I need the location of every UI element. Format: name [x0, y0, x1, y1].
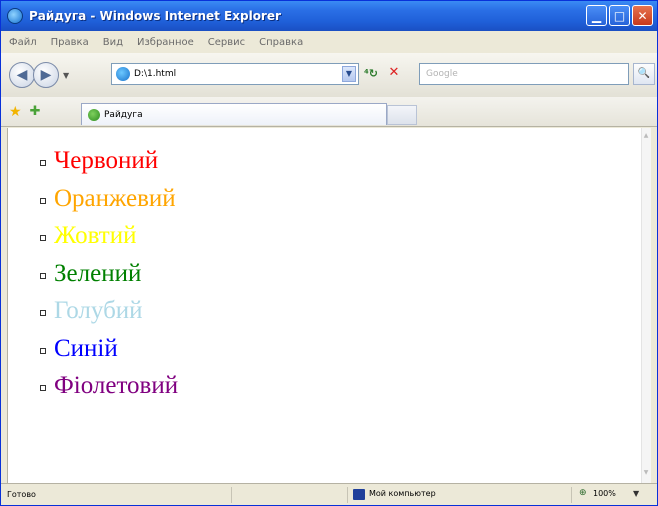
ie-icon — [7, 8, 23, 24]
bullet-icon — [40, 385, 46, 391]
color-label: Фіолетовий — [54, 372, 179, 399]
color-label: Червоний — [54, 147, 159, 174]
color-label: Синій — [54, 334, 118, 362]
address-toolbar: ◀ ▶ ▼ D:\1.html ▼ ⁴↻ ✕ Google 🔍 — [1, 53, 657, 97]
browser-window: Райдуга - Windows Internet Explorer ▁ □ … — [0, 0, 658, 506]
stop-icon: ✕ — [388, 65, 400, 80]
stop-button[interactable]: ✕ — [386, 65, 402, 81]
list-item: Голубий — [40, 296, 178, 334]
window-controls: ▁ □ ✕ — [586, 5, 653, 26]
search-input[interactable]: Google — [426, 69, 458, 79]
refresh-button[interactable]: ⁴↻ — [363, 67, 379, 81]
bullet-icon — [40, 310, 46, 316]
list-item: Зелений — [40, 259, 178, 297]
list-item: Фіолетовий — [40, 371, 178, 409]
list-item: Оранжевий — [40, 184, 178, 222]
minimize-button[interactable]: ▁ — [586, 5, 607, 26]
rainbow-list: Червоний Оранжевий Жовтий Зелений Голуби… — [40, 146, 178, 409]
address-input[interactable]: D:\1.html — [134, 69, 176, 79]
search-icon: 🔍 — [637, 68, 651, 79]
menu-edit[interactable]: Правка — [51, 37, 89, 48]
page-content: Червоний Оранжевий Жовтий Зелений Голуби… — [7, 128, 651, 483]
scroll-down-icon[interactable]: ▼ — [642, 469, 650, 479]
address-dropdown[interactable]: ▼ — [342, 66, 356, 82]
status-text: Готово — [7, 490, 36, 499]
color-label: Оранжевий — [54, 184, 176, 212]
status-divider — [571, 487, 572, 503]
list-item: Синій — [40, 334, 178, 372]
maximize-button[interactable]: □ — [609, 5, 630, 26]
bullet-icon — [40, 272, 46, 279]
menu-help[interactable]: Справка — [259, 37, 303, 48]
color-label: Жовтий — [54, 222, 137, 249]
address-bar[interactable]: D:\1.html ▼ — [111, 63, 359, 85]
bullet-icon — [40, 197, 46, 204]
back-arrow-icon: ◀ — [16, 67, 28, 83]
bullet-icon — [40, 160, 46, 166]
forward-arrow-icon: ▶ — [40, 67, 52, 83]
star-icon[interactable]: ★ — [9, 104, 22, 120]
new-tab-button[interactable] — [387, 105, 417, 125]
bullet-icon — [40, 347, 46, 354]
status-divider — [231, 487, 232, 503]
list-item: Червоний — [40, 146, 178, 184]
vertical-scrollbar[interactable]: ▲ ▼ — [641, 128, 651, 483]
color-label: Голубий — [54, 297, 143, 324]
menu-view[interactable]: Вид — [103, 37, 123, 48]
title-bar[interactable]: Райдуга - Windows Internet Explorer ▁ □ … — [1, 1, 657, 31]
bullet-icon — [40, 235, 46, 241]
zoom-level[interactable]: 100% — [593, 489, 616, 498]
scroll-up-icon[interactable]: ▲ — [642, 132, 650, 142]
history-dropdown[interactable]: ▼ — [63, 71, 69, 80]
color-label: Зелений — [54, 259, 142, 287]
menu-file[interactable]: Файл — [9, 37, 37, 48]
zoom-icon: ⊕ — [579, 488, 587, 498]
tab-bar: ★ ✚ Райдуга — [1, 97, 657, 127]
status-bar: Готово Мой компьютер ⊕ 100% ▼ — [1, 483, 657, 505]
zoom-dropdown[interactable]: ▼ — [633, 489, 639, 498]
window-title: Райдуга - Windows Internet Explorer — [29, 9, 281, 23]
menu-bar: Файл Правка Вид Избранное Сервис Справка — [1, 31, 657, 53]
list-item: Жовтий — [40, 221, 178, 259]
forward-button[interactable]: ▶ — [33, 62, 59, 88]
tab-label: Райдуга — [104, 109, 143, 120]
tab-page[interactable]: Райдуга — [81, 103, 387, 125]
computer-icon — [353, 489, 365, 500]
menu-tools[interactable]: Сервис — [208, 37, 245, 48]
menu-favorites[interactable]: Избранное — [137, 37, 194, 48]
page-icon — [116, 67, 130, 81]
status-divider — [347, 487, 348, 503]
zone-label: Мой компьютер — [369, 489, 436, 498]
search-button[interactable]: 🔍 — [633, 63, 655, 85]
refresh-icon: ⁴↻ — [363, 67, 379, 80]
search-field[interactable]: Google — [419, 63, 629, 85]
back-button[interactable]: ◀ — [9, 62, 35, 88]
close-button[interactable]: ✕ — [632, 5, 653, 26]
tab-page-icon — [88, 108, 100, 121]
add-favorite-icon[interactable]: ✚ — [30, 104, 41, 119]
